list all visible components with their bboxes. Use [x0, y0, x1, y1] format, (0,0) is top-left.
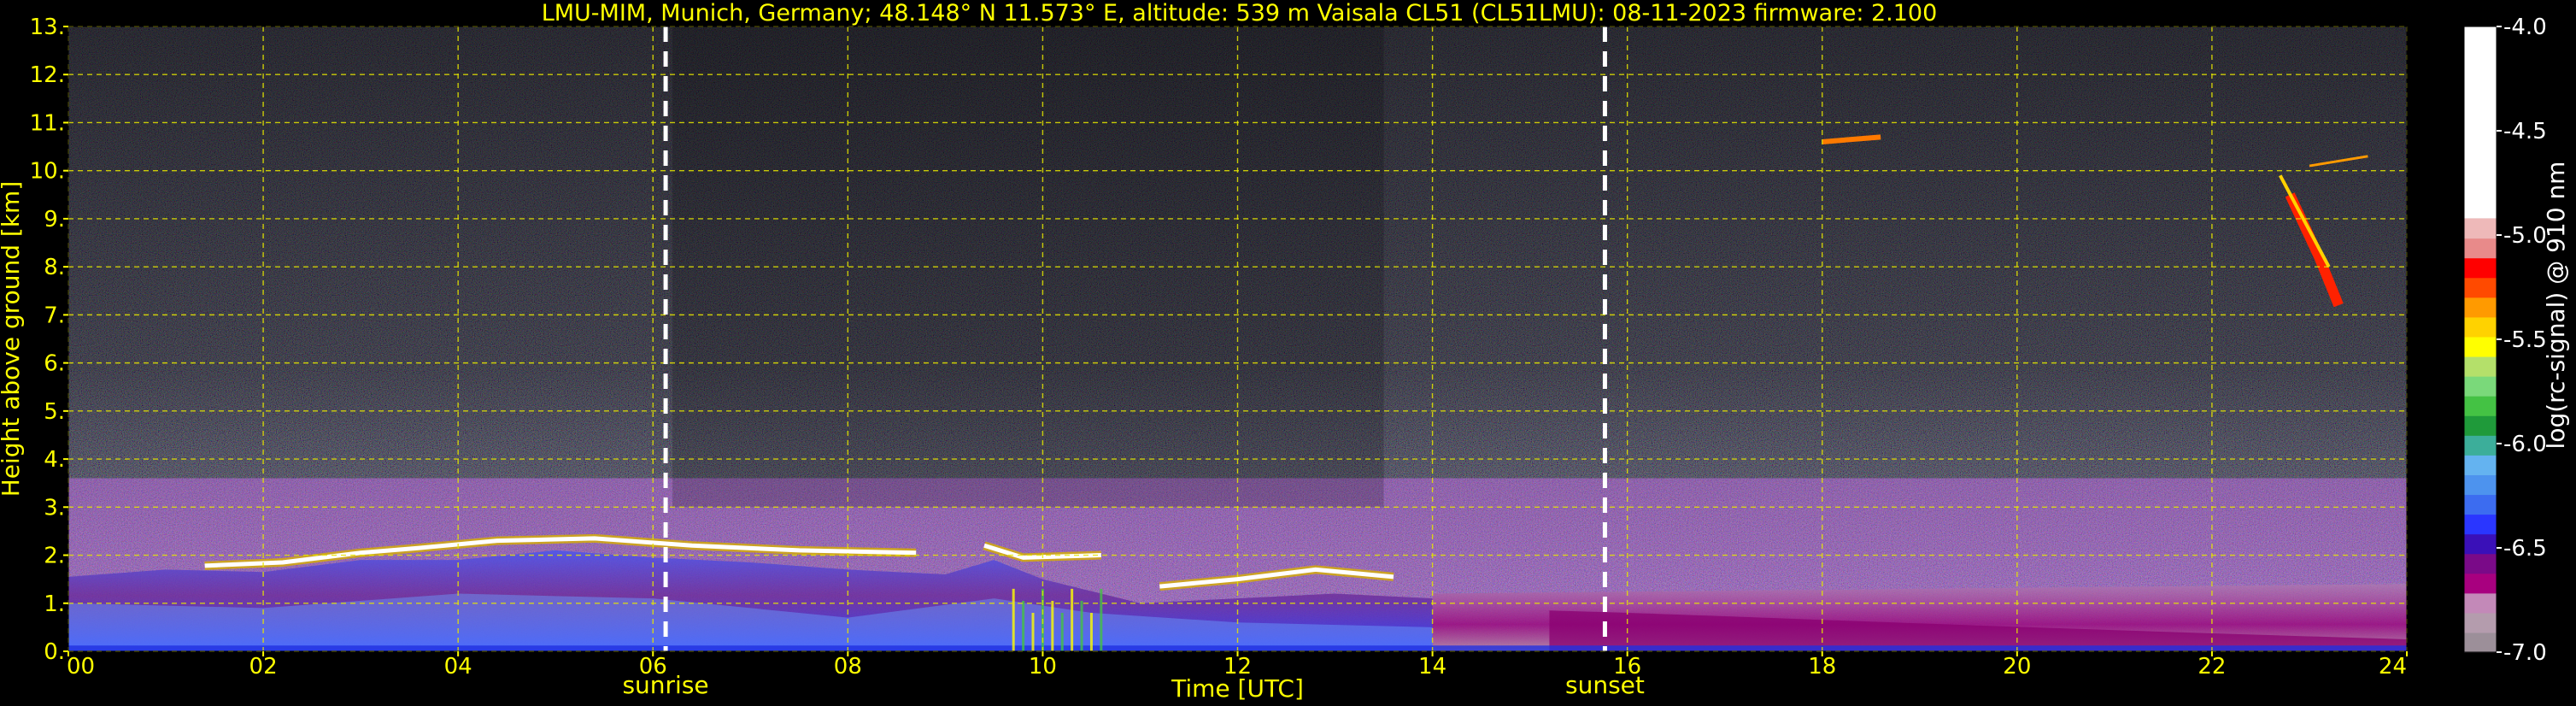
colorbar-segment: [2464, 26, 2497, 219]
ceilometer-chart: sunrise sunset 00 02 04 06 08 10 12 14 16 18 20 22 24…: [0, 0, 2570, 703]
colorbar-segment: [2464, 297, 2497, 318]
colorbar-segment: [2464, 356, 2497, 377]
colorbar-segment: [2464, 474, 2497, 496]
colorbar-tick-label: -7.0: [2503, 640, 2547, 666]
chart-title: LMU-MIM, Munich, Germany; 48.148° N 11.5…: [542, 0, 1938, 26]
colorbar-segment: [2464, 553, 2497, 574]
colorbar-tick-label: -6.0: [2503, 432, 2547, 457]
x-tick-label: 08: [834, 654, 862, 680]
y-tick-label: 13.: [30, 15, 65, 40]
y-tick-label: 9.: [44, 207, 65, 232]
colorbar-tick-label: -4.5: [2503, 119, 2547, 144]
y-tick-label: 2.: [44, 544, 65, 569]
colorbar-tick-label: -6.5: [2503, 536, 2547, 562]
colorbar-segment: [2464, 573, 2497, 594]
colorbar-segment: [2464, 533, 2497, 555]
colorbar-segment: [2464, 336, 2497, 357]
y-tick-label: 10.: [30, 159, 65, 185]
x-tick-label: 20: [2003, 654, 2031, 680]
colorbar-tick-label: -4.0: [2503, 15, 2547, 40]
colorbar: -4.0 -4.5 -5.0 -5.5 -6.0 -6.5 -7.0: [2463, 15, 2547, 666]
colorbar-segment: [2464, 514, 2497, 535]
colorbar-segment: [2464, 316, 2497, 338]
x-tick-label: 18: [1808, 654, 1836, 680]
x-tick-label: 14: [1418, 654, 1446, 680]
colorbar-segment: [2464, 396, 2497, 416]
x-tick-label: 04: [444, 654, 472, 680]
y-tick-label: 7.: [44, 303, 65, 328]
x-tick-label: 22: [2198, 654, 2226, 680]
x-tick-label: 00: [67, 654, 95, 680]
x-tick-label: 02: [249, 654, 278, 680]
colorbar-segment: [2464, 455, 2497, 475]
colorbar-label: log(rc-signal) @ 910 nm: [2542, 162, 2570, 450]
x-axis-label: Time [UTC]: [1171, 674, 1304, 703]
y-tick-label: 8.: [44, 255, 65, 280]
y-tick-label: 1.: [44, 591, 65, 617]
colorbar-tick-label: -5.0: [2503, 223, 2547, 249]
colorbar-segment: [2464, 632, 2497, 653]
colorbar-segment: [2464, 238, 2497, 259]
colorbar-segment: [2464, 612, 2497, 633]
y-axis-label: Height above ground [km]: [0, 181, 25, 497]
y-tick-label: 6.: [44, 351, 65, 377]
colorbar-segment: [2464, 592, 2497, 614]
colorbar-segment: [2464, 277, 2497, 298]
x-tick-label: 24: [2379, 654, 2407, 680]
colorbar-segment: [2464, 415, 2497, 436]
y-tick-label: 3.: [44, 495, 65, 521]
x-tick-label: 16: [1613, 654, 1641, 680]
colorbar-segment: [2464, 257, 2497, 279]
y-tick-label: 5.: [44, 399, 65, 425]
x-tick-label: 10: [1029, 654, 1057, 680]
x-tick-label: 06: [639, 654, 667, 680]
colorbar-tick-label: -5.5: [2503, 327, 2547, 353]
y-tick-label: 0.: [44, 639, 65, 665]
colorbar-segment: [2464, 494, 2497, 515]
colorbar-segment: [2464, 435, 2497, 456]
y-tick-label: 12.: [30, 62, 65, 88]
y-tick-label: 4.: [44, 447, 65, 473]
colorbar-segment: [2464, 218, 2497, 239]
colorbar-segment: [2464, 376, 2497, 397]
y-tick-label: 11.: [30, 110, 65, 136]
